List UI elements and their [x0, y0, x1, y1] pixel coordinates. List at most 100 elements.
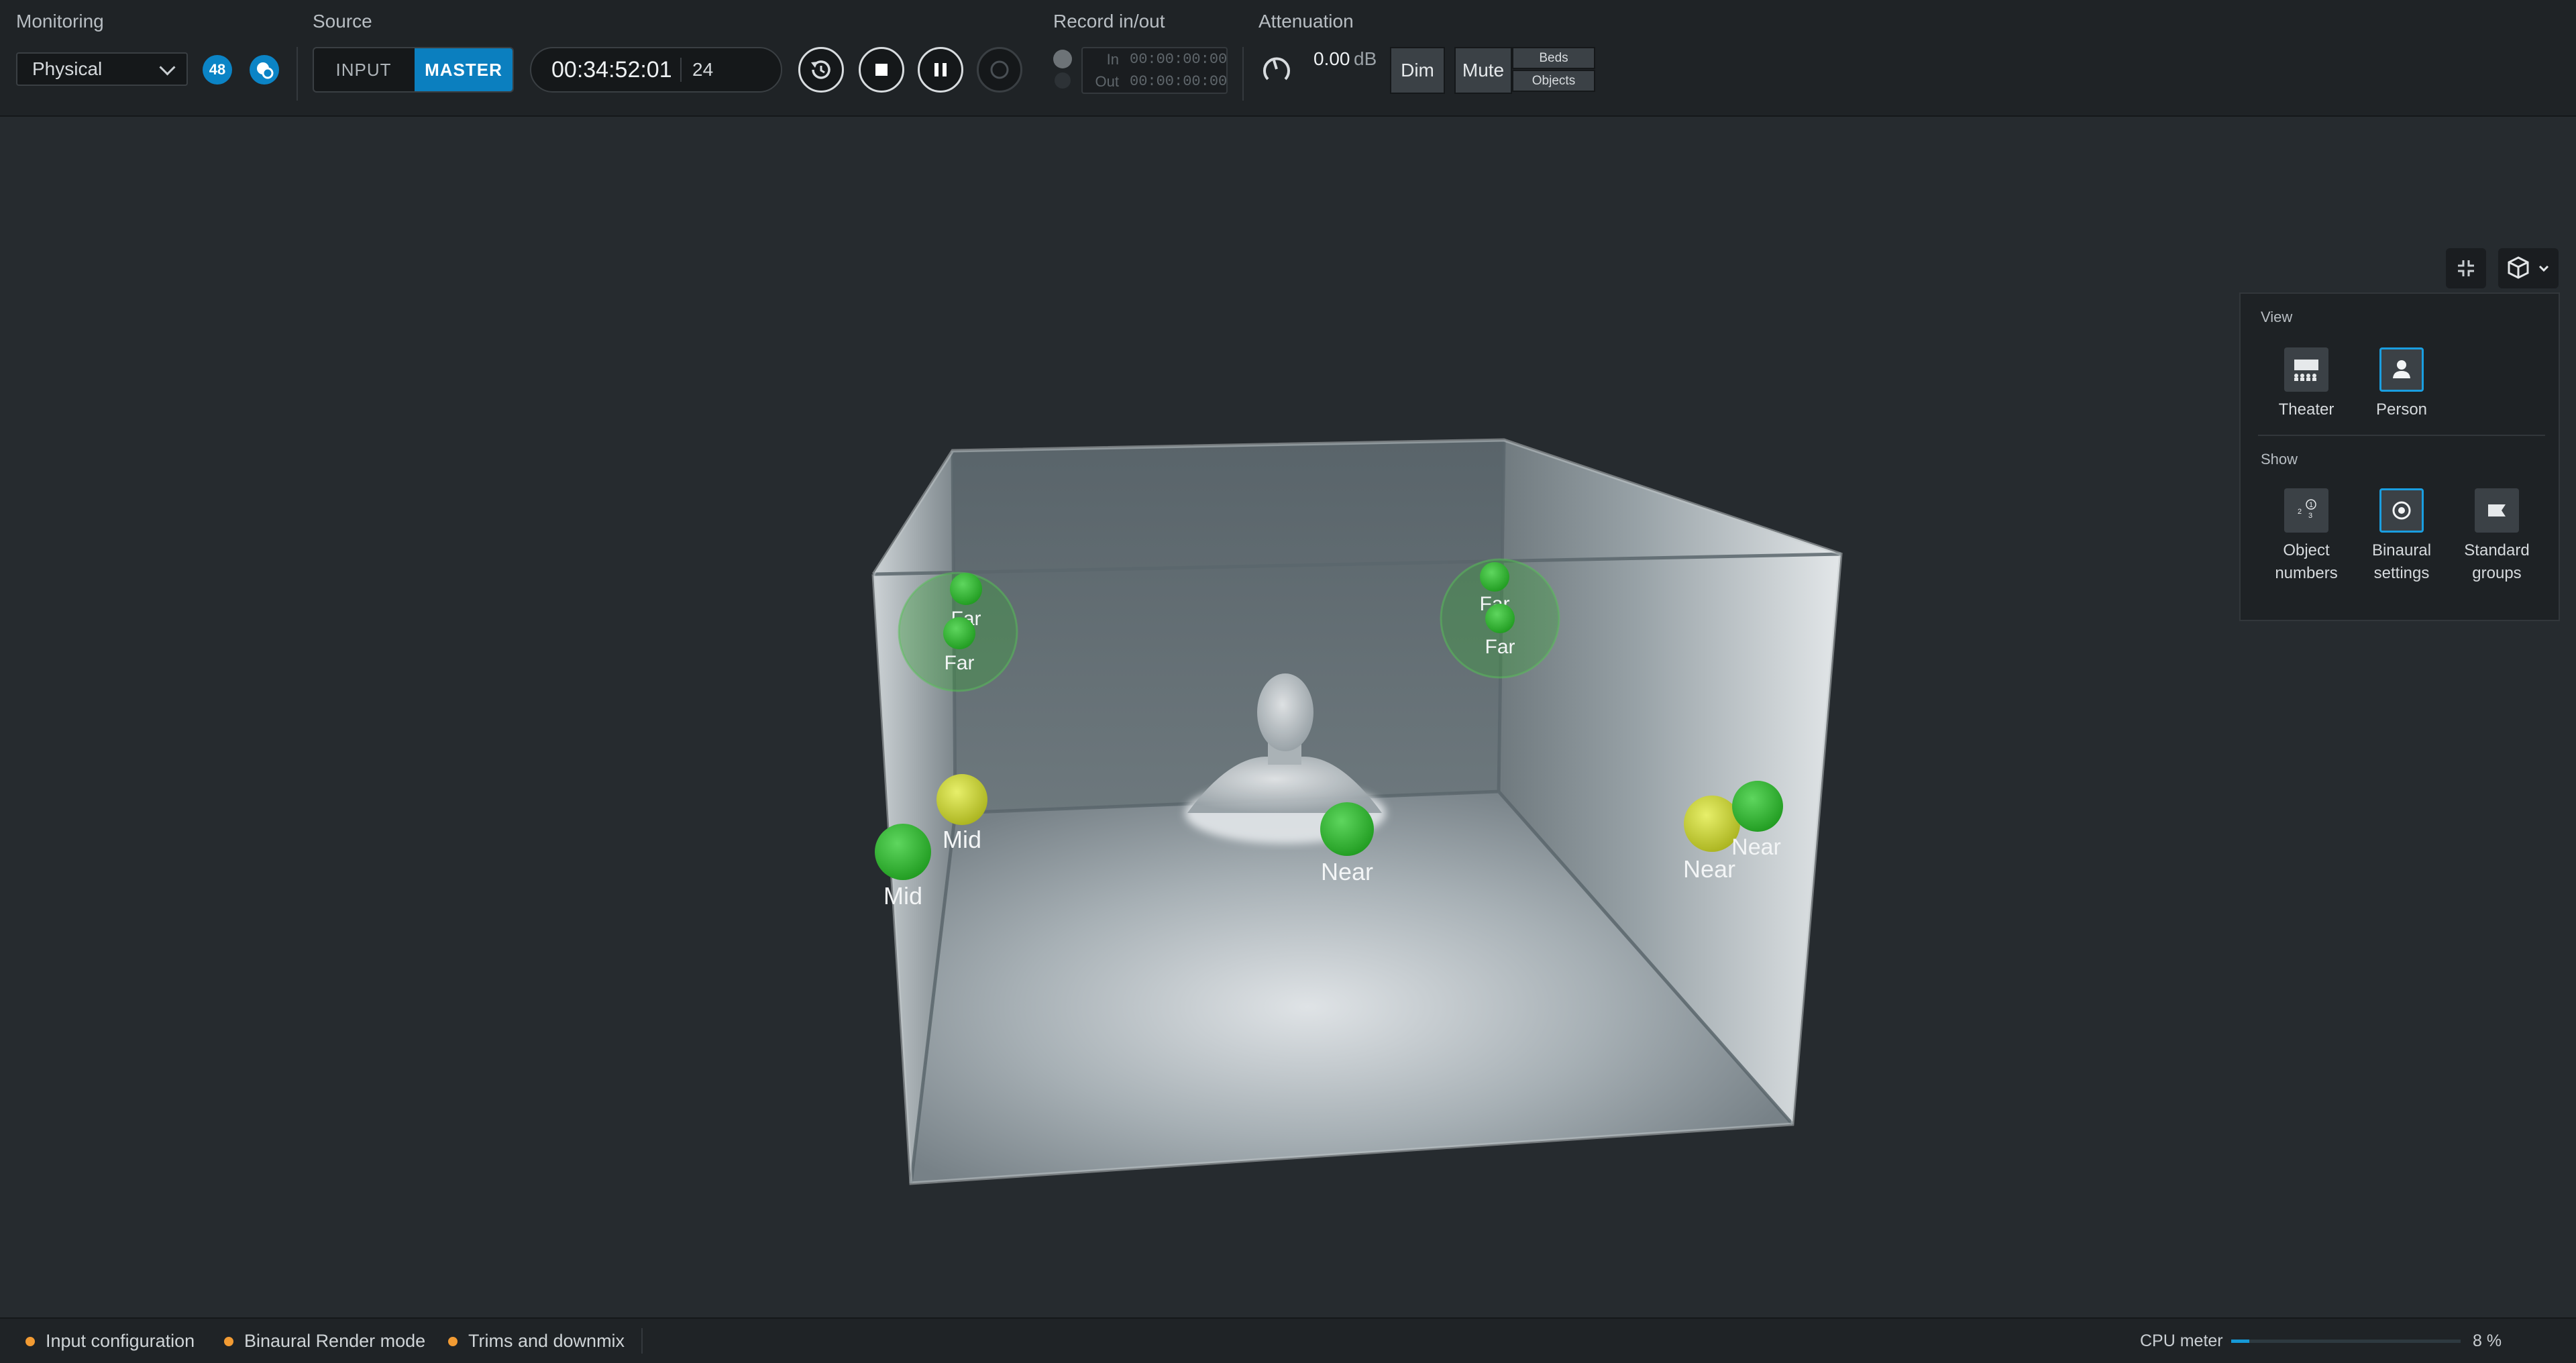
object-numbers-label-line1: Object	[2283, 541, 2330, 559]
chevron-down-icon	[159, 59, 176, 76]
binaural-settings-label: Binaural settings	[2355, 539, 2449, 585]
theater-icon	[2284, 347, 2328, 392]
status-bar: Input configuration Binaural Render mode…	[0, 1317, 2576, 1363]
audio-object[interactable]: Mid	[936, 774, 987, 853]
svg-text:1: 1	[2309, 501, 2313, 509]
audio-object-distance-label: Mid	[943, 826, 981, 853]
show-standard-groups-option[interactable]: Standard groups	[2450, 488, 2544, 585]
binaural-settings-label-line1: Binaural	[2371, 541, 2432, 559]
object-numbers-icon: 1 2 3	[2284, 488, 2328, 533]
panel-divider	[2258, 435, 2545, 436]
dim-button[interactable]: Dim	[1390, 47, 1445, 94]
view-options-menu-button[interactable]	[2498, 248, 2559, 288]
audio-object-sphere[interactable]	[875, 824, 931, 880]
source-label: Source	[313, 11, 372, 32]
record-out-toggle[interactable]	[1055, 72, 1071, 89]
audio-object-distance-label: Near	[1321, 858, 1373, 885]
source-segmented-control: INPUT MASTER	[313, 47, 514, 93]
audio-object-sphere[interactable]	[1320, 802, 1374, 856]
audio-object-sphere[interactable]	[936, 774, 987, 825]
status-warning-dot	[25, 1337, 35, 1346]
source-input-button[interactable]: INPUT	[314, 48, 413, 91]
pause-icon	[934, 63, 947, 76]
attenuation-unit: dB	[1354, 48, 1377, 69]
record-in-value: 00:00:00:00	[1130, 51, 1228, 68]
3d-room-viewport[interactable]: FarFarFarFarMidMidNearNearNear View	[0, 117, 2576, 1317]
sample-rate-badge[interactable]: 48	[203, 55, 232, 85]
audio-object-sphere[interactable]	[950, 573, 982, 605]
status-warning-dot	[224, 1337, 233, 1346]
audio-object-distance-label: Near	[1683, 855, 1735, 883]
show-binaural-settings-option[interactable]: Binaural settings	[2355, 488, 2449, 585]
mute-beds-button[interactable]: Beds	[1512, 47, 1595, 69]
mute-objects-button[interactable]: Objects	[1512, 70, 1595, 92]
attenuation-value[interactable]: 0.00	[1313, 48, 1350, 70]
record-icon	[990, 60, 1009, 79]
record-out-row[interactable]: Out 00:00:00:00	[1083, 70, 1228, 93]
view-person-option[interactable]: Person	[2355, 347, 2449, 421]
svg-text:3: 3	[2308, 512, 2312, 520]
svg-text:2: 2	[2298, 508, 2302, 516]
cpu-meter-value: 8 %	[2473, 1331, 2502, 1350]
attenuation-knob-icon[interactable]	[1258, 51, 1295, 87]
headphone-monitoring-icon[interactable]	[250, 55, 279, 85]
record-in-out-label: Record in/out	[1053, 11, 1165, 32]
monitoring-label: Monitoring	[16, 11, 104, 32]
room-back-wall	[953, 440, 1504, 813]
standard-groups-label-line2: groups	[2472, 564, 2522, 582]
show-object-numbers-option[interactable]: 1 2 3 Object numbers	[2259, 488, 2353, 585]
fit-view-button[interactable]	[2446, 248, 2486, 288]
chevron-down-icon	[2538, 265, 2549, 272]
toolbar-divider	[297, 47, 298, 101]
audio-object-distance-label: Far	[945, 652, 975, 674]
history-icon	[811, 60, 830, 79]
person-label: Person	[2375, 400, 2428, 419]
stop-button[interactable]	[859, 47, 904, 93]
status-warning-dot	[448, 1337, 458, 1346]
theater-label: Theater	[2278, 400, 2334, 419]
attenuation-label: Attenuation	[1258, 11, 1354, 32]
mute-button[interactable]: Mute	[1454, 47, 1512, 94]
binaural-render-mode-link[interactable]: Binaural Render mode	[244, 1319, 425, 1363]
timecode-display[interactable]: 00:34:52:01 24	[530, 47, 782, 93]
audio-object[interactable]: Near	[1731, 781, 1783, 860]
timecode-value: 00:34:52:01	[551, 57, 672, 83]
audio-object-distance-label: Near	[1731, 834, 1781, 860]
timecode-divider	[680, 58, 682, 82]
cpu-meter-label: CPU meter	[2140, 1331, 2223, 1350]
view-options-panel: View Theater Person Show 1 2 3 Object nu…	[2239, 292, 2560, 621]
audio-object-sphere[interactable]	[1732, 781, 1783, 832]
audio-object-sphere[interactable]	[943, 617, 975, 649]
view-theater-option[interactable]: Theater	[2259, 347, 2353, 421]
top-toolbar: Monitoring Physical 48 Source INPUT MAST…	[0, 0, 2576, 117]
record-out-value: 00:00:00:00	[1130, 73, 1228, 90]
monitoring-mode-value: Physical	[32, 58, 103, 79]
record-in-label: In	[1106, 51, 1119, 68]
standard-groups-icon	[2475, 488, 2519, 533]
audio-object-distance-label: Mid	[883, 882, 922, 910]
record-in-row[interactable]: In 00:00:00:00	[1083, 48, 1228, 70]
audio-object-sphere[interactable]	[1480, 562, 1509, 592]
frame-rate-value: 24	[692, 59, 714, 80]
trims-and-downmix-link[interactable]: Trims and downmix	[468, 1319, 625, 1363]
show-heading: Show	[2261, 451, 2298, 468]
binaural-settings-icon	[2379, 488, 2424, 533]
audio-object-distance-label: Far	[1485, 636, 1515, 658]
person-icon	[2379, 347, 2424, 392]
stop-icon	[875, 64, 888, 76]
input-configuration-link[interactable]: Input configuration	[46, 1319, 195, 1363]
monitoring-mode-select[interactable]: Physical	[16, 52, 188, 86]
toolbar-divider	[1242, 47, 1244, 101]
view-heading: View	[2261, 309, 2293, 325]
return-to-start-button[interactable]	[798, 47, 844, 93]
audio-object[interactable]: Near	[1320, 802, 1374, 885]
standard-groups-label: Standard groups	[2450, 539, 2544, 585]
cube-icon	[2508, 256, 2549, 279]
record-button[interactable]	[977, 47, 1022, 93]
record-in-out-fields: In 00:00:00:00 Out 00:00:00:00	[1081, 47, 1228, 94]
source-master-button[interactable]: MASTER	[415, 48, 513, 91]
record-in-toggle[interactable]	[1053, 50, 1072, 68]
audio-object-sphere[interactable]	[1485, 604, 1515, 633]
cpu-meter-bar	[2231, 1340, 2461, 1343]
pause-button[interactable]	[918, 47, 963, 93]
